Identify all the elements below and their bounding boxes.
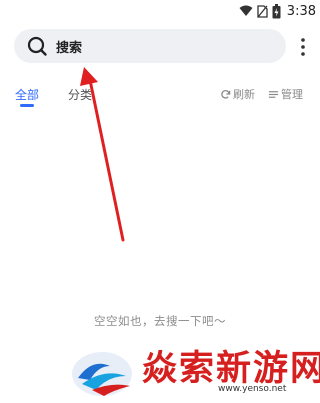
watermark-url: www.yenso.net: [218, 384, 287, 394]
search-label: 搜索: [56, 41, 83, 56]
manage-icon: [268, 90, 279, 98]
tab-all[interactable]: 全部: [15, 86, 39, 103]
wifi-icon: [239, 5, 253, 16]
more-vertical-icon[interactable]: [296, 36, 310, 58]
tab-active-indicator: [20, 104, 34, 107]
tab-category[interactable]: 分类: [68, 86, 92, 103]
refresh-label: 刷新: [233, 88, 255, 101]
watermark-logo: [72, 352, 132, 396]
status-time: 3:38: [286, 3, 316, 19]
status-bar: 3:38: [0, 0, 320, 22]
refresh-icon: [221, 89, 231, 99]
search-bar[interactable]: 搜索: [14, 29, 286, 63]
status-icons: 3:38: [239, 2, 316, 20]
refresh-button[interactable]: 刷新: [220, 86, 255, 102]
watermark: 焱索新游网 www.yenso.net: [70, 338, 320, 403]
manage-button[interactable]: 管理: [268, 86, 303, 102]
empty-state-message: 空空如也，去搜一下吧～: [94, 314, 226, 328]
no-sim-icon: [257, 5, 268, 18]
manage-label: 管理: [281, 88, 303, 101]
search-icon: [27, 36, 47, 56]
battery-icon: [272, 3, 281, 18]
